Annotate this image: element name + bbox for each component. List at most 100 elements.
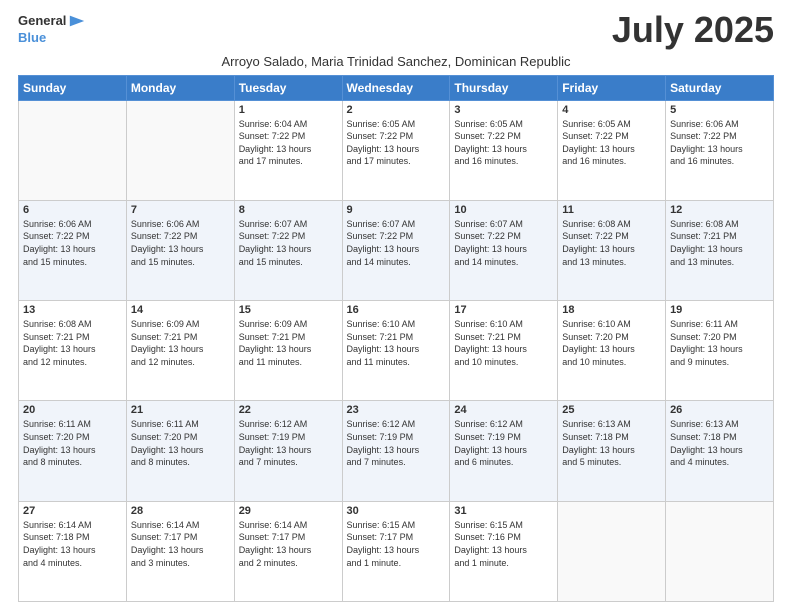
day-number: 20	[23, 404, 122, 416]
day-number: 12	[670, 204, 769, 216]
calendar-cell: 17Sunrise: 6:10 AM Sunset: 7:21 PM Dayli…	[450, 301, 558, 401]
day-number: 17	[454, 304, 553, 316]
calendar-cell: 13 Sunrise: 6:08 AM Sunset: 7:21 PM Dayli…	[19, 301, 127, 401]
calendar-cell: 23Sunrise: 6:12 AM Sunset: 7:19 PM Dayli…	[342, 401, 450, 501]
calendar-cell: 10 Sunrise: 6:07 AM Sunset: 7:22 PM Dayli…	[450, 200, 558, 300]
day-info: Sunrise: 6:06 AM Sunset: 7:22 PM Dayligh…	[23, 218, 122, 268]
day-number: 28	[131, 505, 230, 517]
day-info: Sunrise: 6:05 AM Sunset: 7:22 PM Dayligh…	[562, 118, 661, 168]
day-info: Sunrise: 6:13 AM Sunset: 7:18 PM Dayligh…	[562, 418, 661, 468]
day-number: 25	[562, 404, 661, 416]
calendar-cell: 4 Sunrise: 6:05 AM Sunset: 7:22 PM Daylig…	[558, 100, 666, 200]
calendar-cell: 31 Sunrise: 6:15 AM Sunset: 7:16 PM Dayli…	[450, 501, 558, 601]
calendar-cell: 22 Sunrise: 6:12 AM Sunset: 7:19 PM Dayli…	[234, 401, 342, 501]
calendar-cell: 29Sunrise: 6:14 AM Sunset: 7:17 PM Dayli…	[234, 501, 342, 601]
day-number: 13	[23, 304, 122, 316]
day-of-week-header: Sunday	[19, 75, 127, 100]
day-number: 19	[670, 304, 769, 316]
day-number: 18	[562, 304, 661, 316]
title-block: July 2025	[612, 10, 774, 50]
day-number: 22	[239, 404, 338, 416]
day-info: Sunrise: 6:10 AM Sunset: 7:21 PM Dayligh…	[347, 318, 446, 368]
calendar-cell: 20 Sunrise: 6:11 AM Sunset: 7:20 PM Dayli…	[19, 401, 127, 501]
day-number: 23	[347, 404, 446, 416]
logo-text: General	[18, 13, 66, 29]
logo: General Blue	[18, 12, 86, 46]
day-info: Sunrise: 6:12 AM Sunset: 7:19 PM Dayligh…	[239, 418, 338, 468]
day-number: 21	[131, 404, 230, 416]
calendar-cell: 12 Sunrise: 6:08 AM Sunset: 7:21 PM Dayli…	[666, 200, 774, 300]
calendar-cell: 2Sunrise: 6:05 AM Sunset: 7:22 PM Daylig…	[342, 100, 450, 200]
calendar-cell: 30Sunrise: 6:15 AM Sunset: 7:17 PM Dayli…	[342, 501, 450, 601]
day-number: 5	[670, 104, 769, 116]
month-title: July 2025	[612, 10, 774, 50]
day-number: 4	[562, 104, 661, 116]
header: General Blue July 2025	[18, 10, 774, 50]
calendar-cell: 21 Sunrise: 6:11 AM Sunset: 7:20 PM Dayli…	[126, 401, 234, 501]
calendar-cell: 15Sunrise: 6:09 AM Sunset: 7:21 PM Dayli…	[234, 301, 342, 401]
day-info: Sunrise: 6:15 AM Sunset: 7:17 PM Dayligh…	[347, 519, 446, 569]
day-info: Sunrise: 6:15 AM Sunset: 7:16 PM Dayligh…	[454, 519, 553, 569]
day-of-week-header: Monday	[126, 75, 234, 100]
day-info: Sunrise: 6:07 AM Sunset: 7:22 PM Dayligh…	[454, 218, 553, 268]
calendar-week-row: 27Sunrise: 6:14 AM Sunset: 7:18 PM Dayli…	[19, 501, 774, 601]
day-number: 14	[131, 304, 230, 316]
calendar-cell: 24 Sunrise: 6:12 AM Sunset: 7:19 PM Dayli…	[450, 401, 558, 501]
calendar-cell: 19Sunrise: 6:11 AM Sunset: 7:20 PM Dayli…	[666, 301, 774, 401]
day-number: 11	[562, 204, 661, 216]
calendar-cell: 3 Sunrise: 6:05 AM Sunset: 7:22 PM Daylig…	[450, 100, 558, 200]
day-info: Sunrise: 6:13 AM Sunset: 7:18 PM Dayligh…	[670, 418, 769, 468]
day-of-week-header: Saturday	[666, 75, 774, 100]
calendar-cell: 18 Sunrise: 6:10 AM Sunset: 7:20 PM Dayli…	[558, 301, 666, 401]
day-info: Sunrise: 6:08 AM Sunset: 7:21 PM Dayligh…	[670, 218, 769, 268]
calendar-cell	[558, 501, 666, 601]
calendar-week-row: 1Sunrise: 6:04 AM Sunset: 7:22 PM Daylig…	[19, 100, 774, 200]
calendar-cell: 1Sunrise: 6:04 AM Sunset: 7:22 PM Daylig…	[234, 100, 342, 200]
day-info: Sunrise: 6:04 AM Sunset: 7:22 PM Dayligh…	[239, 118, 338, 168]
calendar-cell: 27Sunrise: 6:14 AM Sunset: 7:18 PM Dayli…	[19, 501, 127, 601]
day-info: Sunrise: 6:07 AM Sunset: 7:22 PM Dayligh…	[347, 218, 446, 268]
day-info: Sunrise: 6:06 AM Sunset: 7:22 PM Dayligh…	[131, 218, 230, 268]
day-info: Sunrise: 6:06 AM Sunset: 7:22 PM Dayligh…	[670, 118, 769, 168]
day-number: 27	[23, 505, 122, 517]
day-number: 6	[23, 204, 122, 216]
calendar-cell: 26Sunrise: 6:13 AM Sunset: 7:18 PM Dayli…	[666, 401, 774, 501]
day-info: Sunrise: 6:09 AM Sunset: 7:21 PM Dayligh…	[239, 318, 338, 368]
day-info: Sunrise: 6:09 AM Sunset: 7:21 PM Dayligh…	[131, 318, 230, 368]
logo-blue-text: Blue	[18, 30, 86, 46]
day-info: Sunrise: 6:11 AM Sunset: 7:20 PM Dayligh…	[23, 418, 122, 468]
day-info: Sunrise: 6:12 AM Sunset: 7:19 PM Dayligh…	[454, 418, 553, 468]
logo-icon	[68, 12, 86, 30]
calendar-cell: 14 Sunrise: 6:09 AM Sunset: 7:21 PM Dayli…	[126, 301, 234, 401]
calendar-week-row: 13 Sunrise: 6:08 AM Sunset: 7:21 PM Dayli…	[19, 301, 774, 401]
day-info: Sunrise: 6:11 AM Sunset: 7:20 PM Dayligh…	[131, 418, 230, 468]
calendar-cell: 7 Sunrise: 6:06 AM Sunset: 7:22 PM Daylig…	[126, 200, 234, 300]
calendar-week-row: 6 Sunrise: 6:06 AM Sunset: 7:22 PM Daylig…	[19, 200, 774, 300]
calendar-cell: 25 Sunrise: 6:13 AM Sunset: 7:18 PM Dayli…	[558, 401, 666, 501]
day-info: Sunrise: 6:08 AM Sunset: 7:21 PM Dayligh…	[23, 318, 122, 368]
day-number: 16	[347, 304, 446, 316]
day-info: Sunrise: 6:05 AM Sunset: 7:22 PM Dayligh…	[347, 118, 446, 168]
calendar-cell	[126, 100, 234, 200]
subtitle: Arroyo Salado, Maria Trinidad Sanchez, D…	[18, 54, 774, 69]
day-number: 24	[454, 404, 553, 416]
day-info: Sunrise: 6:07 AM Sunset: 7:22 PM Dayligh…	[239, 218, 338, 268]
day-number: 29	[239, 505, 338, 517]
day-info: Sunrise: 6:05 AM Sunset: 7:22 PM Dayligh…	[454, 118, 553, 168]
calendar-cell: 9 Sunrise: 6:07 AM Sunset: 7:22 PM Daylig…	[342, 200, 450, 300]
day-number: 31	[454, 505, 553, 517]
calendar-cell: 8Sunrise: 6:07 AM Sunset: 7:22 PM Daylig…	[234, 200, 342, 300]
calendar-week-row: 20 Sunrise: 6:11 AM Sunset: 7:20 PM Dayli…	[19, 401, 774, 501]
day-info: Sunrise: 6:10 AM Sunset: 7:20 PM Dayligh…	[562, 318, 661, 368]
day-info: Sunrise: 6:14 AM Sunset: 7:17 PM Dayligh…	[131, 519, 230, 569]
calendar-cell: 11 Sunrise: 6:08 AM Sunset: 7:22 PM Dayli…	[558, 200, 666, 300]
day-number: 9	[347, 204, 446, 216]
calendar-cell: 6 Sunrise: 6:06 AM Sunset: 7:22 PM Daylig…	[19, 200, 127, 300]
day-number: 7	[131, 204, 230, 216]
calendar-cell	[19, 100, 127, 200]
day-info: Sunrise: 6:08 AM Sunset: 7:22 PM Dayligh…	[562, 218, 661, 268]
day-number: 3	[454, 104, 553, 116]
calendar-header-row: SundayMondayTuesdayWednesdayThursdayFrid…	[19, 75, 774, 100]
page: General Blue July 2025 Arroyo Salado, Ma…	[0, 0, 792, 612]
day-number: 10	[454, 204, 553, 216]
